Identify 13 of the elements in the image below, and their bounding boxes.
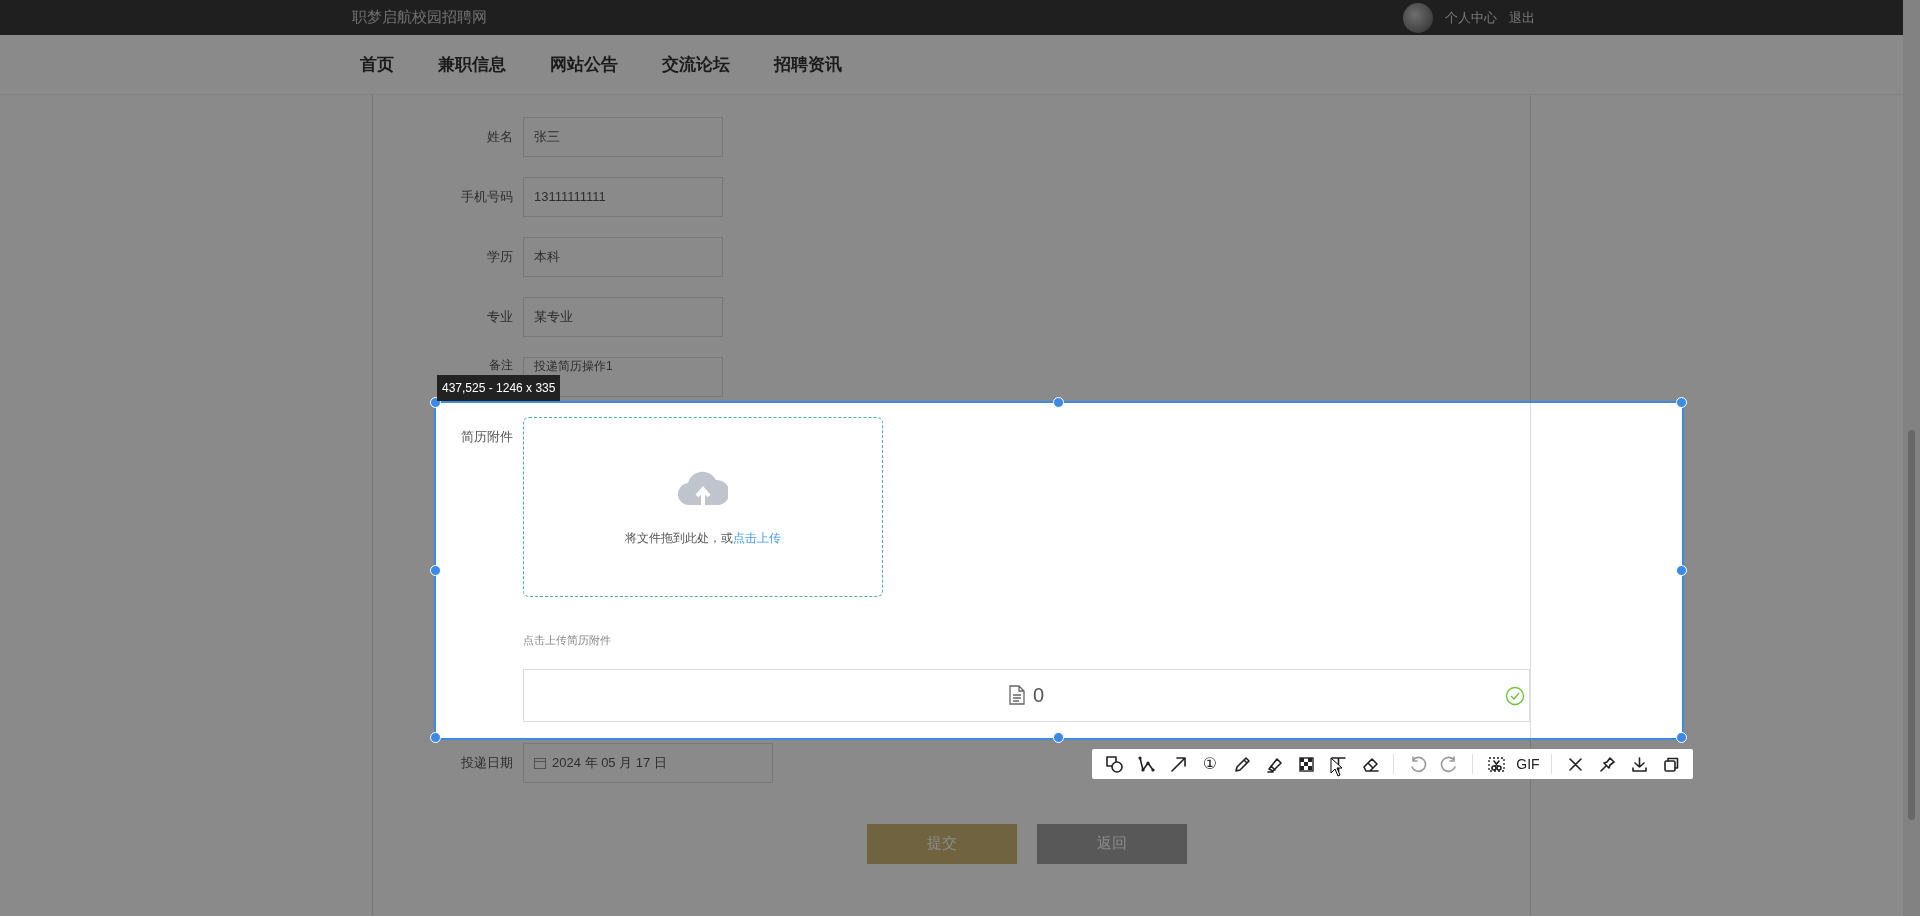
file-name: 0 bbox=[1032, 683, 1045, 708]
field-label: 备注 bbox=[489, 358, 513, 372]
field-label: 投递日期 bbox=[461, 754, 513, 770]
field-label: 专业 bbox=[487, 309, 513, 324]
upload-hint: 点击上传简历附件 bbox=[523, 633, 612, 648]
site-title: 职梦启航校园招聘网 bbox=[351, 7, 487, 28]
field-label: 简历附件 bbox=[461, 429, 513, 444]
field-label: 姓名 bbox=[487, 129, 513, 144]
upload-instruction: 将文件拖到此处，或点击上传 bbox=[625, 530, 781, 547]
field-label: 手机号码 bbox=[461, 189, 513, 204]
size-tooltip: 437,525 - 1246 x 335 bbox=[437, 375, 561, 401]
date-value: 2024 年 05 月 17 日 bbox=[552, 753, 667, 772]
field-label: 学历 bbox=[487, 249, 513, 264]
